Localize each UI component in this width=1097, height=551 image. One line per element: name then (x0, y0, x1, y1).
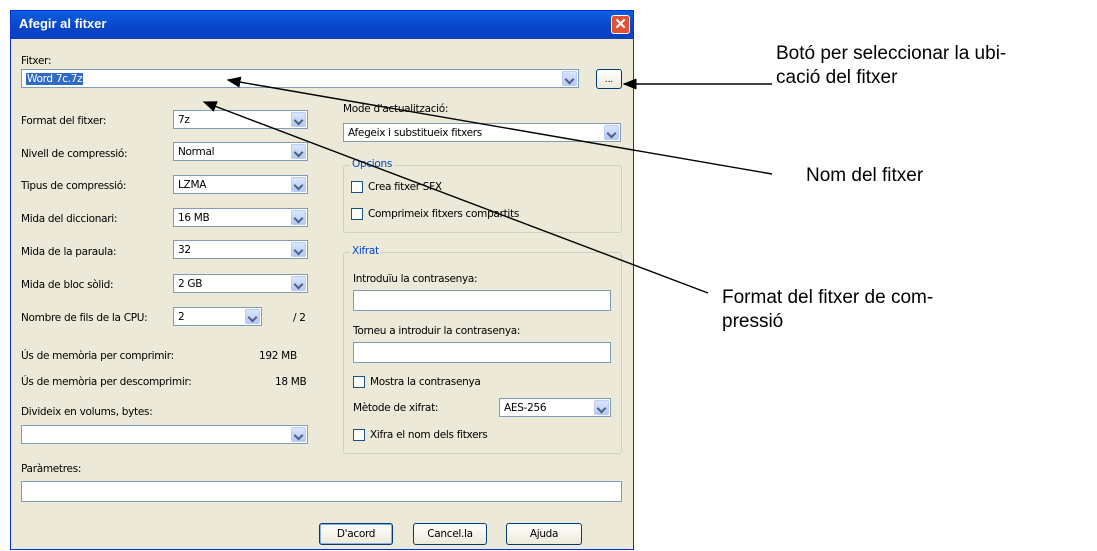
annotation-format-line2: pressió (722, 311, 784, 332)
annotation-browse-line1: Botó per seleccionar la ubi- (776, 43, 1007, 64)
annotation-format: Format del fitxer de com- pressió (722, 286, 933, 334)
annotation-browse: Botó per seleccionar la ubi- cació del f… (776, 42, 1006, 90)
annotation-browse-line2: cació del fitxer (776, 67, 898, 88)
arrow-file-name (226, 76, 773, 175)
annotation-format-line1: Format del fitxer de com- (722, 287, 934, 308)
annotation-name: Nom del fitxer (806, 165, 924, 186)
arrow-format (202, 101, 709, 294)
